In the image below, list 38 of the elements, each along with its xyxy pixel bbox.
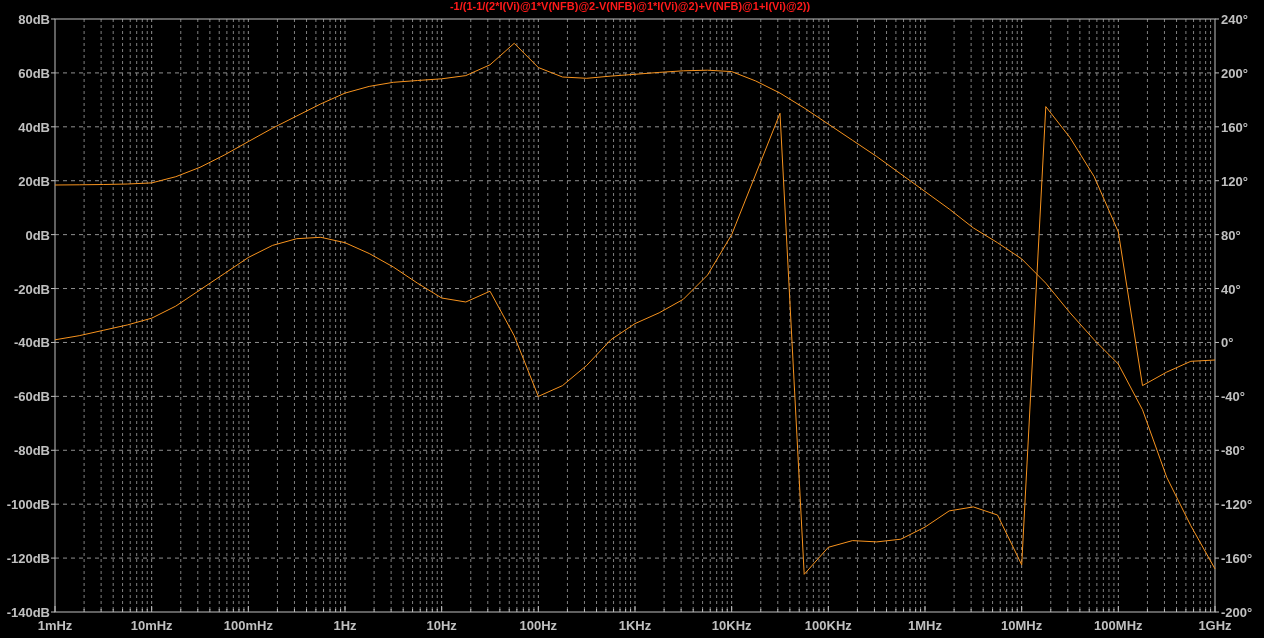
- axis-label: -20dB: [13, 281, 50, 297]
- axis-label: 1MHz: [908, 618, 942, 633]
- axis-label: 200°: [1221, 65, 1248, 81]
- axis-label: 80°: [1221, 227, 1241, 243]
- axis-label: 0dB: [25, 227, 50, 243]
- axis-label: 20dB: [18, 173, 50, 189]
- axis-label: 1GHz: [1198, 618, 1232, 633]
- axis-label: 100MHz: [1094, 618, 1143, 633]
- trace-expression[interactable]: -1/(1-1/(2*I(Vi)@1*V(NFB)@2-V(NFB)@1*I(Vi)@2)+V(NFB)@1+I(Vi)@2)): [449, 0, 811, 13]
- axis-label: 1mHz: [37, 618, 73, 633]
- axis-label: 10mHz: [130, 618, 173, 633]
- axis-label: -80dB: [13, 443, 50, 459]
- axis-label: 160°: [1221, 119, 1248, 135]
- axis-label: -40dB: [13, 335, 50, 351]
- axis-label: 120°: [1221, 173, 1248, 189]
- axis-label: 80dB: [18, 12, 50, 27]
- axis-label: -200°: [1221, 605, 1253, 620]
- axis-label: 0°: [1221, 335, 1234, 351]
- axis-label: 100Hz: [519, 618, 558, 633]
- axis-label: 100mHz: [223, 618, 273, 633]
- axis-label: -40°: [1221, 389, 1245, 405]
- axis-label: -100dB: [6, 497, 50, 513]
- axis-label: -140dB: [6, 605, 50, 620]
- axis-label: 1KHz: [618, 618, 652, 633]
- axis-label: -120dB: [6, 551, 50, 567]
- axis-label: 100KHz: [804, 618, 852, 633]
- axis-label: 1Hz: [333, 618, 357, 633]
- axis-label: 40dB: [18, 119, 50, 135]
- axis-label: 10Hz: [426, 618, 457, 633]
- axis-label: -160°: [1221, 551, 1253, 567]
- axis-label: 10KHz: [711, 618, 752, 633]
- axis-label: 60dB: [18, 65, 50, 81]
- axis-label: 240°: [1221, 12, 1248, 27]
- axis-label: -120°: [1221, 497, 1253, 513]
- axis-label: 40°: [1221, 281, 1241, 297]
- axis-label: -60dB: [13, 389, 50, 405]
- axis-label: -80°: [1221, 443, 1245, 459]
- axis-label: 10MHz: [1001, 618, 1043, 633]
